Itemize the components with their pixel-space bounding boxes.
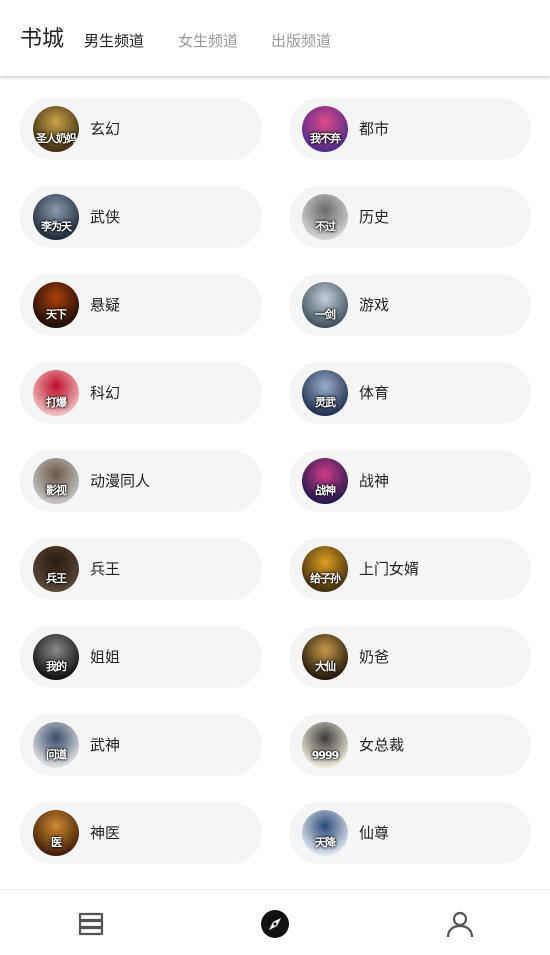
category-cover-image: 李为天 [33,194,79,240]
cover-title-text: 大仙 [315,660,336,673]
cover-title-text: 打爆 [46,396,67,409]
category-cover-image: 一剑 [302,282,348,328]
cover-title-text: 李为天 [41,220,72,233]
category-cover-image: 不过 [302,194,348,240]
category-label: 武神 [90,736,121,754]
category-cover-image: 影视 [33,458,79,504]
category-label: 兵王 [90,560,121,578]
category-label: 科幻 [90,384,121,402]
category-label: 上门女婿 [359,560,420,578]
category-cover-image: 打爆 [33,370,79,416]
category-item[interactable]: 医 神医 [20,802,262,864]
category-cover-image: 战神 [302,458,348,504]
category-item[interactable]: 李为天 武侠 [20,186,262,248]
category-cover-image: 天下 [33,282,79,328]
category-label: 悬疑 [90,296,121,314]
category-item[interactable]: 大仙 奶爸 [289,626,531,688]
category-label: 都市 [359,120,390,138]
cover-title-text: 问道 [46,748,67,761]
profile-nav-button[interactable] [444,908,476,940]
category-cover-image: 圣人奶妈 [33,106,79,152]
category-label: 姐姐 [90,648,121,666]
category-label: 武侠 [90,208,121,226]
stack-icon [78,912,104,936]
bookshelf-nav-button[interactable] [75,908,107,940]
category-item[interactable]: 问道 武神 [20,714,262,776]
cover-title-text: 天降 [315,836,336,849]
category-item[interactable]: 我不弃 都市 [289,98,531,160]
category-label: 体育 [359,384,390,402]
category-label: 神医 [90,824,121,842]
cover-title-text: 战神 [315,484,336,497]
category-cover-image: 兵王 [33,546,79,592]
category-cover-image: 9999 [302,722,348,768]
category-label: 历史 [359,208,390,226]
tab-female-channel[interactable]: 女生频道 [178,31,238,51]
category-item[interactable]: 不过 历史 [289,186,531,248]
category-item[interactable]: 圣人奶妈 玄幻 [20,98,262,160]
cover-title-text: 9999 [311,749,340,762]
tab-male-channel[interactable]: 男生频道 [84,31,144,51]
category-cover-image: 灵武 [302,370,348,416]
category-cover-image: 给子孙 [302,546,348,592]
category-item[interactable]: 天下 悬疑 [20,274,262,336]
category-label: 奶爸 [359,648,390,666]
category-cover-image: 问道 [33,722,79,768]
cover-title-text: 兵王 [46,572,67,585]
page-title: 书城 [20,27,65,52]
category-cover-image: 大仙 [302,634,348,680]
category-label: 战神 [359,472,390,490]
category-item[interactable]: 我的 姐姐 [20,626,262,688]
category-label: 玄幻 [90,120,121,138]
cover-title-text: 影视 [46,484,67,497]
cover-title-text: 给子孙 [310,572,341,585]
category-cover-image: 医 [33,810,79,856]
bottom-nav [0,889,550,955]
cover-title-text: 圣人奶妈 [36,132,77,145]
category-item[interactable]: 9999 女总裁 [289,714,531,776]
cover-title-text: 灵武 [315,396,336,409]
category-label: 女总裁 [359,736,405,754]
category-item[interactable]: 一剑 游戏 [289,274,531,336]
category-item[interactable]: 灵武 体育 [289,362,531,424]
cover-title-text: 一剑 [315,308,336,321]
user-icon [446,911,474,938]
category-item[interactable]: 打爆 科幻 [20,362,262,424]
category-cover-image: 天降 [302,810,348,856]
cover-title-text: 我不弃 [310,132,341,145]
cover-title-text: 天下 [46,308,67,321]
category-label: 游戏 [359,296,390,314]
cover-title-text: 不过 [315,220,336,233]
cover-title-text: 医 [51,836,62,849]
discover-nav-button[interactable] [259,908,291,940]
category-item[interactable]: 给子孙 上门女婿 [289,538,531,600]
compass-icon [261,910,289,938]
tab-publishing-channel[interactable]: 出版频道 [271,31,331,51]
category-cover-image: 我的 [33,634,79,680]
category-item[interactable]: 天降 仙尊 [289,802,531,864]
cover-title-text: 我的 [46,660,67,673]
category-cover-image: 我不弃 [302,106,348,152]
category-label: 仙尊 [359,824,390,842]
category-item[interactable]: 兵王 兵王 [20,538,262,600]
top-header: 书城 男生频道 女生频道 出版频道 [0,0,550,76]
category-item[interactable]: 战神 战神 [289,450,531,512]
category-label: 动漫同人 [90,472,151,490]
category-item[interactable]: 影视 动漫同人 [20,450,262,512]
